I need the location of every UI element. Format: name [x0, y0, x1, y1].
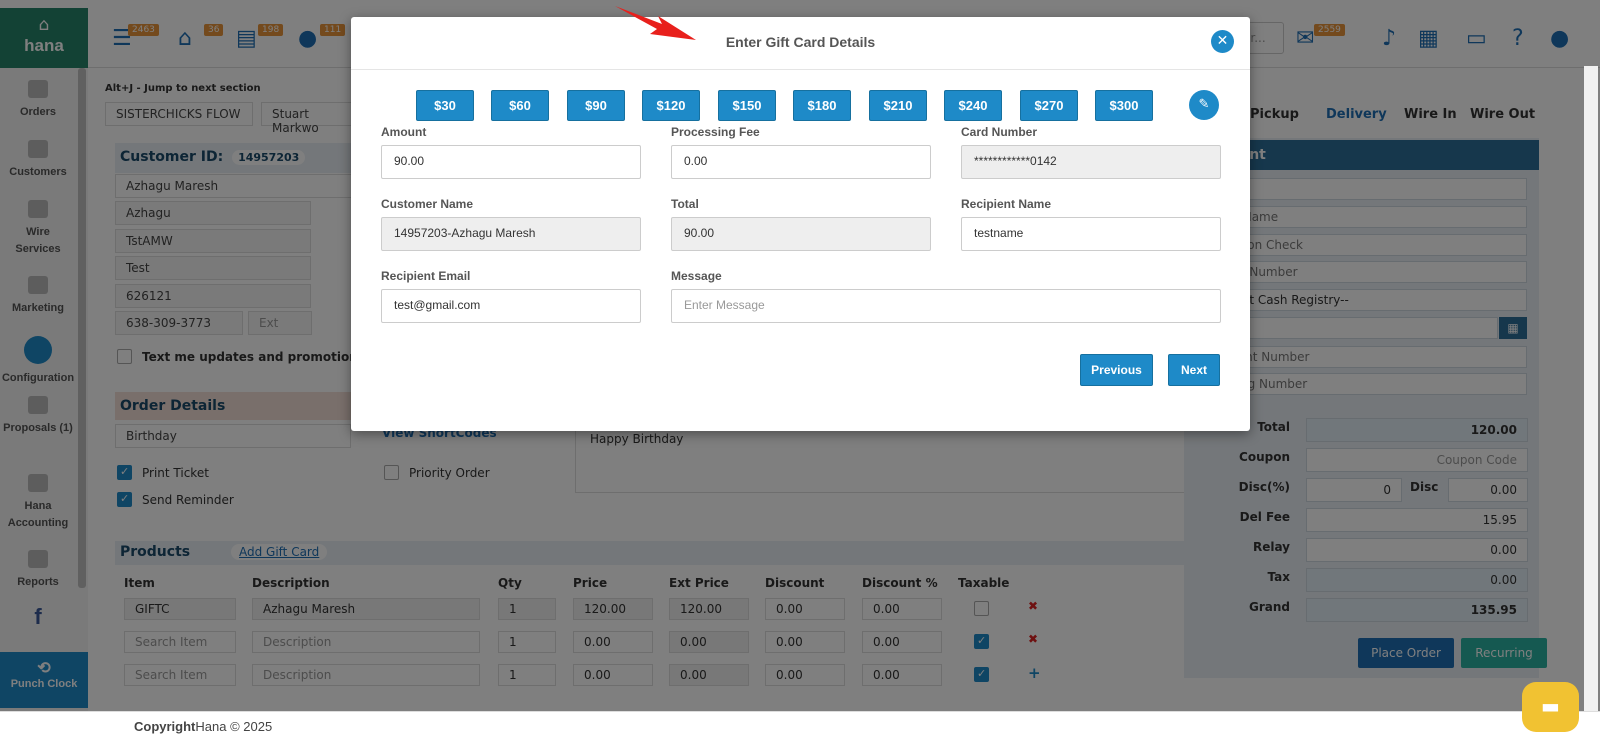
annotation-arrow-icon — [615, 6, 696, 40]
close-icon[interactable]: ✕ — [1211, 30, 1234, 53]
amount-button-180[interactable]: $180 — [793, 90, 851, 121]
recipient-name-label: Recipient Name — [961, 197, 1052, 211]
total-input: 90.00 — [671, 217, 931, 251]
amount-button-90[interactable]: $90 — [567, 90, 625, 121]
gift-card-modal: Enter Gift Card Details ✕ $30 $60 $90 $1… — [351, 17, 1250, 431]
recipient-email-input[interactable]: test@gmail.com — [381, 289, 641, 323]
customer-name-label: Customer Name — [381, 197, 474, 211]
amount-label: Amount — [381, 125, 427, 139]
processing-fee-label: Processing Fee — [671, 125, 760, 139]
processing-fee-input[interactable]: 0.00 — [671, 145, 931, 179]
footer-copyright-text: Hana © 2025 — [195, 719, 273, 734]
modal-header: Enter Gift Card Details ✕ — [351, 17, 1250, 70]
amount-button-240[interactable]: $240 — [944, 90, 1002, 121]
chat-bubble-icon[interactable]: ▬ — [1522, 682, 1579, 732]
recipient-email-label: Recipient Email — [381, 269, 471, 283]
next-button[interactable]: Next — [1168, 354, 1220, 386]
amount-button-30[interactable]: $30 — [416, 90, 474, 121]
amount-button-120[interactable]: $120 — [642, 90, 700, 121]
page-scrollbar[interactable] — [1584, 66, 1598, 711]
total-label: Total — [671, 197, 699, 211]
customer-name-input: 14957203-Azhagu Maresh — [381, 217, 641, 251]
recipient-name-input[interactable]: testname — [961, 217, 1221, 251]
modal-title: Enter Gift Card Details — [725, 34, 876, 50]
card-number-input: ************0142 — [961, 145, 1221, 179]
pencil-icon[interactable]: ✎ — [1189, 90, 1219, 120]
card-number-label: Card Number — [961, 125, 1038, 139]
amount-button-300[interactable]: $300 — [1095, 90, 1153, 121]
footer-copyright-bold: Copyright — [134, 719, 196, 734]
amount-button-150[interactable]: $150 — [718, 90, 776, 121]
amount-button-60[interactable]: $60 — [491, 90, 549, 121]
previous-button[interactable]: Previous — [1080, 354, 1153, 386]
amount-button-270[interactable]: $270 — [1020, 90, 1078, 121]
amount-button-210[interactable]: $210 — [869, 90, 927, 121]
amount-input[interactable]: 90.00 — [381, 145, 641, 179]
message-textarea[interactable]: Enter Message — [671, 289, 1221, 323]
footer: CopyrightHana © 2025 — [0, 711, 1600, 741]
message-label: Message — [671, 269, 722, 283]
